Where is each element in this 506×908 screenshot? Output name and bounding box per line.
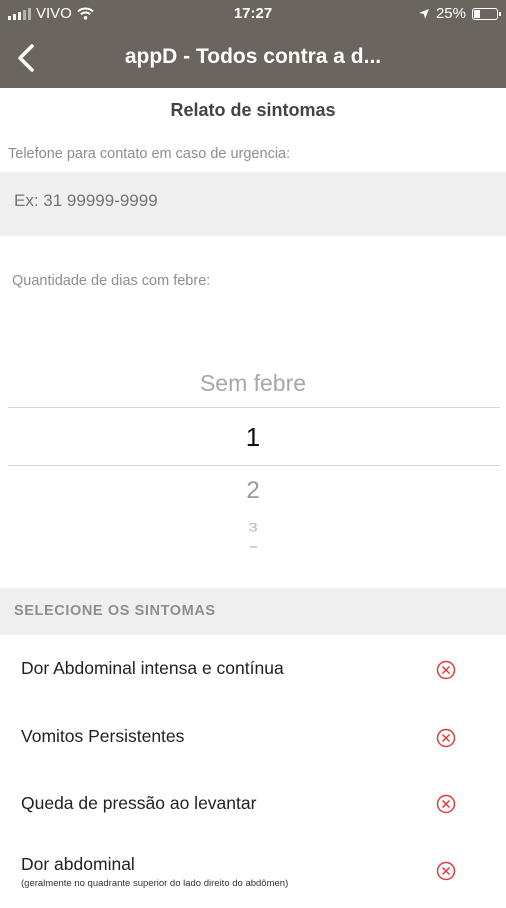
remove-circle-icon[interactable] <box>436 728 456 748</box>
status-bar: VIVO 17:27 25% <box>0 0 506 28</box>
symptom-label: Vomitos Persistentes <box>21 726 185 746</box>
picker-option-selected[interactable]: 1 <box>0 422 506 453</box>
symptom-item[interactable]: Dor abdominal (geralmente no quadrante s… <box>0 840 506 908</box>
fever-days-picker[interactable]: Sem febre 1 2 3 <box>0 355 506 565</box>
battery-fill <box>474 9 480 18</box>
remove-circle-icon[interactable] <box>436 660 456 680</box>
symptom-item[interactable]: Dor Abdominal intensa e contínua <box>0 636 506 704</box>
symptom-label: Dor abdominal <box>21 854 135 874</box>
picker-divider <box>8 407 500 408</box>
picker-option[interactable]: 2 <box>0 477 506 505</box>
symptoms-header-label: SELECIONE OS SINTOMAS <box>14 603 216 619</box>
phone-label: Telefone para contato em caso de urgenci… <box>8 146 291 162</box>
picker-divider <box>8 465 500 466</box>
nav-title: appD - Todos contra a d... <box>124 45 382 68</box>
page-title: Relato de sintomas <box>170 100 336 120</box>
picker-option[interactable]: 3 <box>0 521 506 535</box>
symptoms-section-header: SELECIONE OS SINTOMAS <box>0 588 506 635</box>
picker-option[interactable]: Sem febre <box>0 370 506 397</box>
phone-field-container <box>0 172 506 236</box>
battery-percent: 25% <box>435 5 466 22</box>
phone-input[interactable] <box>14 191 494 211</box>
symptom-item[interactable]: Vomitos Persistentes <box>0 704 506 772</box>
symptom-item[interactable]: Queda de pressão ao levantar <box>0 772 506 840</box>
status-right: 25% <box>418 5 501 22</box>
nav-bar: appD - Todos contra a d... <box>0 28 506 88</box>
remove-circle-icon[interactable] <box>436 861 456 881</box>
symptom-label: Queda de pressão ao levantar <box>21 793 257 813</box>
battery-icon <box>472 7 501 20</box>
remove-circle-icon[interactable] <box>436 794 456 814</box>
picker-option-faded <box>0 544 506 552</box>
location-arrow-icon <box>418 8 429 19</box>
symptom-note: (geralmente no quadrante superior do lad… <box>21 878 289 889</box>
symptom-label: Dor Abdominal intensa e contínua <box>21 658 284 678</box>
fever-days-label: Quantidade de dias com febre: <box>12 273 211 289</box>
